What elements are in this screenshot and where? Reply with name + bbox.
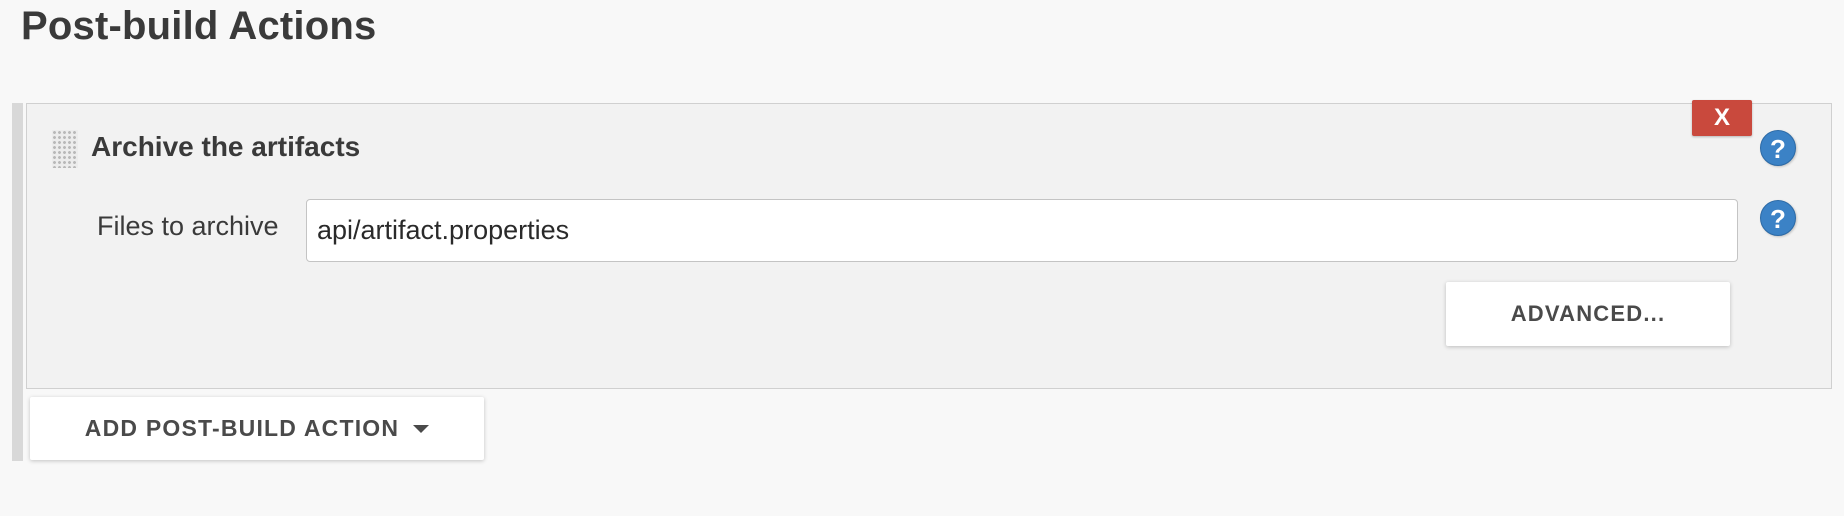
help-icon[interactable]: ? <box>1760 130 1796 166</box>
caret-down-icon <box>413 424 430 433</box>
files-help-icon[interactable]: ? <box>1760 200 1796 236</box>
post-build-actions-section: Post-build Actions Archive the artifacts… <box>0 0 1844 516</box>
advanced-button[interactable]: ADVANCED... <box>1446 282 1730 346</box>
section-title: Post-build Actions <box>21 4 377 48</box>
add-post-build-action-button[interactable]: ADD POST-BUILD ACTION <box>30 397 484 460</box>
delete-step-button[interactable]: X <box>1692 100 1752 136</box>
drag-handle-icon[interactable] <box>52 130 78 168</box>
files-to-archive-label: Files to archive <box>97 211 279 241</box>
files-to-archive-input[interactable] <box>306 199 1738 262</box>
add-action-label: ADD POST-BUILD ACTION <box>84 415 400 441</box>
archive-step-title: Archive the artifacts <box>91 131 361 162</box>
section-rail <box>12 103 23 461</box>
